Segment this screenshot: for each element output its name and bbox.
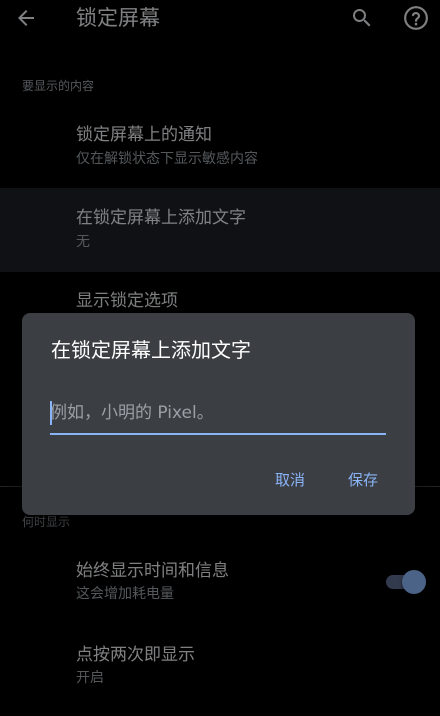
lock-screen-settings: 锁定屏幕 要显示的内容 锁定屏幕上的通知 仅在解锁状态下显示敏感内容 在锁定屏幕…	[0, 0, 440, 716]
dialog-title: 在锁定屏幕上添加文字	[51, 338, 251, 362]
text-caret	[50, 401, 52, 425]
save-button[interactable]: 保存	[340, 465, 386, 495]
cancel-button[interactable]: 取消	[267, 465, 313, 495]
lock-screen-text-input[interactable]	[50, 397, 386, 435]
add-lock-screen-text-dialog: 在锁定屏幕上添加文字 取消 保存	[22, 313, 415, 515]
